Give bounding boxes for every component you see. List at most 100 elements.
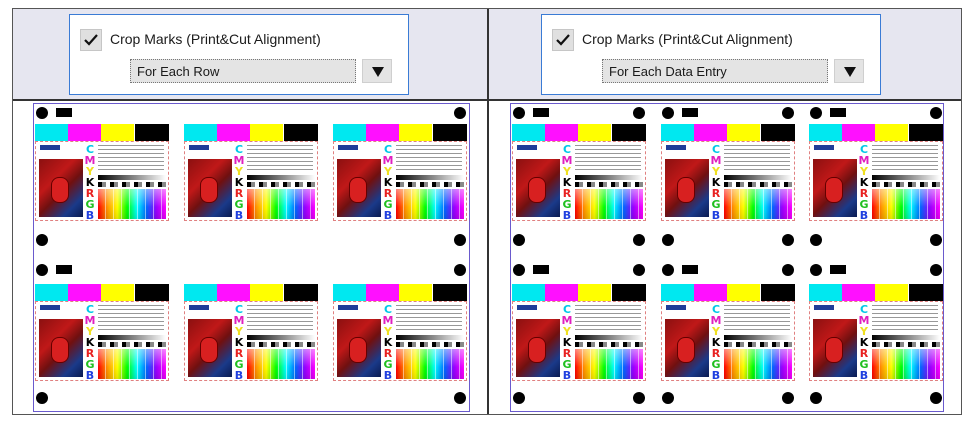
test-print-card: CMYKRGB xyxy=(184,284,318,381)
color-swatch xyxy=(250,124,283,141)
color-swatch xyxy=(217,284,250,301)
color-swatch xyxy=(35,124,68,141)
crop-marks-mode-select[interactable]: For Each Row xyxy=(130,59,394,85)
select-field[interactable]: For Each Data Entry xyxy=(602,59,828,83)
color-chart xyxy=(396,349,464,379)
gray-gradient xyxy=(247,175,315,180)
registration-bar xyxy=(682,265,698,274)
gray-steps xyxy=(872,182,940,187)
color-chart xyxy=(575,349,643,379)
color-chart xyxy=(98,349,166,379)
registration-dot xyxy=(782,234,794,246)
brand-logo xyxy=(189,145,209,150)
registration-dot xyxy=(782,264,794,276)
crop-marks-checkbox[interactable] xyxy=(80,29,102,51)
channel-letter: B xyxy=(562,209,572,222)
registration-dot xyxy=(36,107,48,119)
gray-steps xyxy=(247,342,315,347)
text-block xyxy=(724,145,790,173)
color-swatch xyxy=(809,284,842,301)
brand-logo xyxy=(666,305,686,310)
color-swatch xyxy=(545,284,578,301)
select-value: For Each Data Entry xyxy=(609,64,727,79)
text-block xyxy=(396,145,462,173)
cmykrgb-letters: CMYKRGB xyxy=(710,144,722,221)
test-print-card: CMYKRGB xyxy=(661,284,795,381)
select-value: For Each Row xyxy=(137,64,220,79)
dropdown-button[interactable] xyxy=(834,59,864,83)
registration-bar xyxy=(533,265,549,274)
color-swatch xyxy=(578,284,611,301)
color-chart xyxy=(872,349,940,379)
card-body: CMYKRGB xyxy=(35,141,169,221)
brand-logo xyxy=(517,305,537,310)
registration-dot xyxy=(662,392,674,404)
registration-dot xyxy=(633,264,645,276)
registration-dot xyxy=(633,107,645,119)
card-body: CMYKRGB xyxy=(661,301,795,381)
color-chart xyxy=(98,189,166,219)
crop-marks-mode-select[interactable]: For Each Data Entry xyxy=(602,59,866,85)
gray-steps xyxy=(575,182,643,187)
guitar-photo xyxy=(813,319,857,377)
text-block xyxy=(575,305,641,333)
guitar-photo xyxy=(516,159,560,217)
color-swatch xyxy=(512,124,545,141)
gray-steps xyxy=(98,182,166,187)
gray-gradient xyxy=(396,335,464,340)
registration-dot xyxy=(454,234,466,246)
brand-logo xyxy=(338,145,358,150)
cmykrgb-letters: CMYKRGB xyxy=(382,304,394,381)
crop-marks-label: Crop Marks (Print&Cut Alignment) xyxy=(110,31,321,47)
registration-dot xyxy=(36,234,48,246)
test-print-card: CMYKRGB xyxy=(809,124,943,221)
color-chart xyxy=(247,189,315,219)
gray-steps xyxy=(98,342,166,347)
color-swatch xyxy=(612,124,646,141)
color-swatch xyxy=(101,284,134,301)
brand-logo xyxy=(40,145,60,150)
registration-dot xyxy=(782,392,794,404)
channel-letter: B xyxy=(562,369,572,382)
right-header-cell: Crop Marks (Print&Cut Alignment) For Eac… xyxy=(488,9,961,99)
registration-dot xyxy=(782,107,794,119)
cmykrgb-letters: CMYKRGB xyxy=(84,144,96,221)
brand-logo xyxy=(40,305,60,310)
card-body: CMYKRGB xyxy=(35,301,169,381)
color-chart xyxy=(724,349,792,379)
checkmark-icon xyxy=(84,34,98,46)
cmykrgb-letters: CMYKRGB xyxy=(84,304,96,381)
color-swatch xyxy=(135,284,169,301)
registration-dot xyxy=(633,234,645,246)
color-swatch xyxy=(399,124,432,141)
registration-dot xyxy=(810,392,822,404)
registration-dot xyxy=(513,392,525,404)
guitar-photo xyxy=(337,319,381,377)
gray-gradient xyxy=(724,335,792,340)
right-print-preview: CMYKRGB CMYKRGB CMYKRGB CMYKRGB CMYKRGB CMYKR… xyxy=(510,103,944,412)
guitar-photo xyxy=(665,319,709,377)
card-body: CMYKRGB xyxy=(333,141,467,221)
gray-steps xyxy=(575,342,643,347)
channel-letter: B xyxy=(383,369,393,382)
color-swatch xyxy=(694,124,727,141)
color-swatch xyxy=(399,284,432,301)
gray-gradient xyxy=(247,335,315,340)
crop-marks-checkbox[interactable] xyxy=(552,29,574,51)
crop-marks-label: Crop Marks (Print&Cut Alignment) xyxy=(582,31,793,47)
test-print-card: CMYKRGB xyxy=(512,284,646,381)
color-chart xyxy=(724,189,792,219)
card-body: CMYKRGB xyxy=(661,141,795,221)
registration-dot xyxy=(810,264,822,276)
gray-gradient xyxy=(872,335,940,340)
dropdown-arrow-icon xyxy=(372,67,384,77)
cmykrgb-letters: CMYKRGB xyxy=(858,144,870,221)
guitar-photo xyxy=(188,159,232,217)
registration-dot xyxy=(662,264,674,276)
select-field[interactable]: For Each Row xyxy=(130,59,356,83)
color-swatch xyxy=(101,124,134,141)
gray-gradient xyxy=(724,175,792,180)
dropdown-button[interactable] xyxy=(362,59,392,83)
text-block xyxy=(396,305,462,333)
color-swatch xyxy=(727,284,760,301)
